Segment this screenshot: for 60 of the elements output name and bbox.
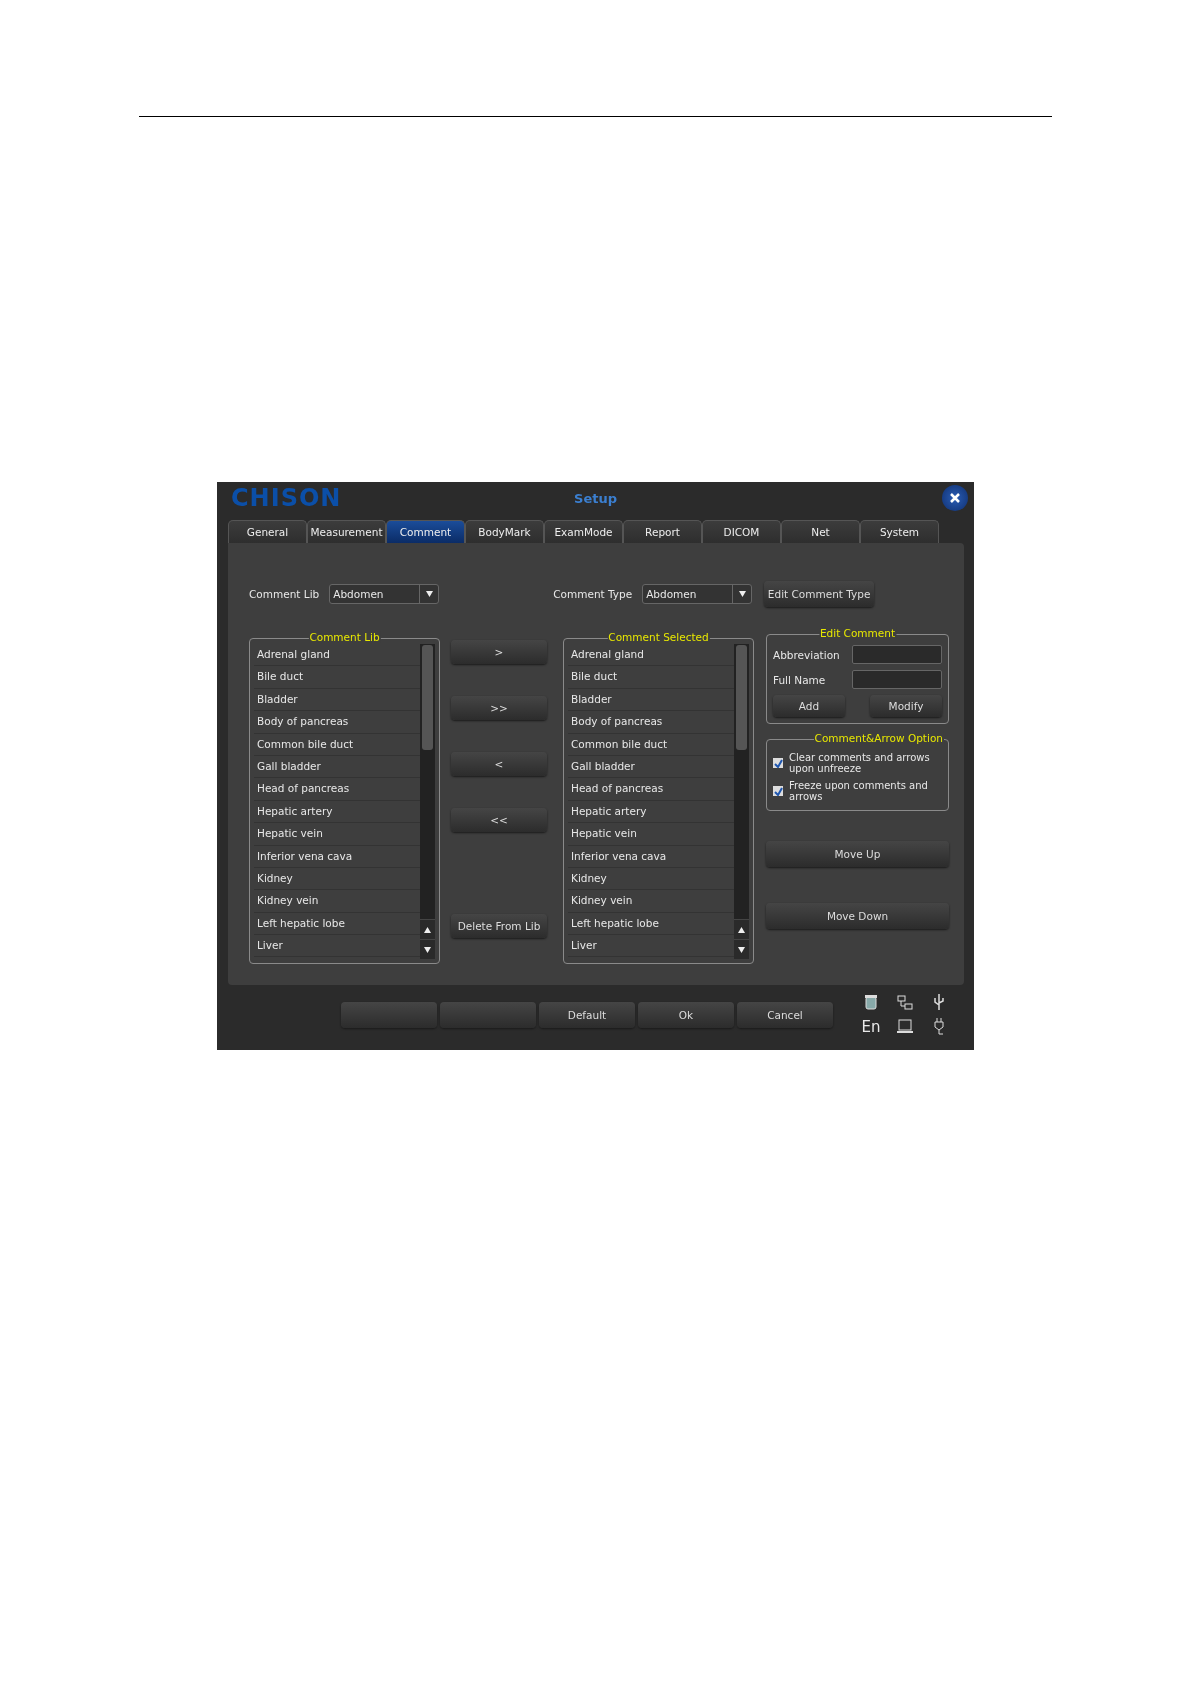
tab[interactable]: Comment: [386, 520, 465, 543]
option-label: Clear comments and arrows upon unfreeze: [789, 752, 931, 774]
transfer-button[interactable]: >>: [451, 696, 547, 720]
checkbox[interactable]: [773, 786, 783, 796]
scroll-up-icon: [424, 926, 431, 933]
group-title: Comment&Arrow Option: [813, 732, 944, 744]
language-indicator: En: [861, 1017, 881, 1036]
dropdown-caret-icon: [425, 591, 433, 597]
tab[interactable]: Measurement: [307, 520, 386, 543]
transfer-button[interactable]: <<: [451, 808, 547, 832]
blank-button[interactable]: [440, 1001, 536, 1028]
field-label: Abbreviation: [773, 648, 840, 661]
close-button[interactable]: [942, 485, 968, 511]
input-field[interactable]: [852, 645, 942, 664]
tab[interactable]: Report: [623, 520, 702, 543]
scrollbar[interactable]: [420, 644, 435, 959]
tab[interactable]: System: [860, 520, 939, 543]
checkbox[interactable]: [773, 758, 783, 768]
tab[interactable]: ExamMode: [544, 520, 623, 543]
order-button[interactable]: Move Up: [766, 841, 949, 867]
logo: CHISON: [231, 484, 342, 512]
tab[interactable]: DICOM: [702, 520, 781, 543]
transfer-button[interactable]: <: [451, 752, 547, 776]
transfer-button[interactable]: >: [451, 640, 547, 664]
group-title: Comment Lib: [308, 631, 381, 643]
scroll-thumb[interactable]: [736, 645, 747, 750]
tab[interactable]: BodyMark: [465, 520, 544, 543]
network-icon: [897, 994, 913, 1011]
group-title: Comment Selected: [607, 631, 710, 643]
close-icon: [949, 492, 961, 504]
scroll-up-icon: [738, 926, 745, 933]
dropdown[interactable]: Abdomen: [329, 584, 440, 604]
option-label: Freeze upon comments and arrows: [789, 780, 929, 802]
blank-button[interactable]: [341, 1001, 437, 1028]
scroll-down-icon: [424, 946, 431, 953]
tab[interactable]: General: [228, 520, 307, 543]
input-field[interactable]: [852, 670, 942, 689]
dropdown-caret-icon: [738, 591, 746, 597]
window-title: Setup: [574, 490, 617, 506]
plug-icon: [933, 1018, 945, 1035]
scrollbar[interactable]: [734, 644, 749, 959]
usb-icon: [934, 994, 944, 1011]
footer-button[interactable]: Default: [539, 1001, 635, 1028]
transfer-button[interactable]: Delete From Lib: [451, 914, 547, 938]
field-label: Full Name: [773, 673, 826, 686]
edit-comment-type-button[interactable]: Edit Comment Type: [764, 581, 875, 607]
combo-label: Comment Type: [553, 588, 633, 600]
scroll-thumb[interactable]: [422, 645, 433, 750]
edit-button[interactable]: Modify: [870, 695, 942, 717]
tab[interactable]: Net: [781, 520, 860, 543]
scroll-down-icon: [738, 946, 745, 953]
order-button[interactable]: Move Down: [766, 903, 949, 929]
footer-button[interactable]: Cancel: [737, 1001, 833, 1028]
combo-label: Comment Lib: [249, 588, 320, 600]
group-title: Edit Comment: [818, 627, 897, 639]
dropdown[interactable]: Abdomen: [642, 584, 753, 604]
laptop-icon: [897, 1019, 913, 1034]
trash-can-icon: [865, 995, 877, 1010]
edit-button[interactable]: Add: [773, 695, 845, 717]
footer-button[interactable]: Ok: [638, 1001, 734, 1028]
